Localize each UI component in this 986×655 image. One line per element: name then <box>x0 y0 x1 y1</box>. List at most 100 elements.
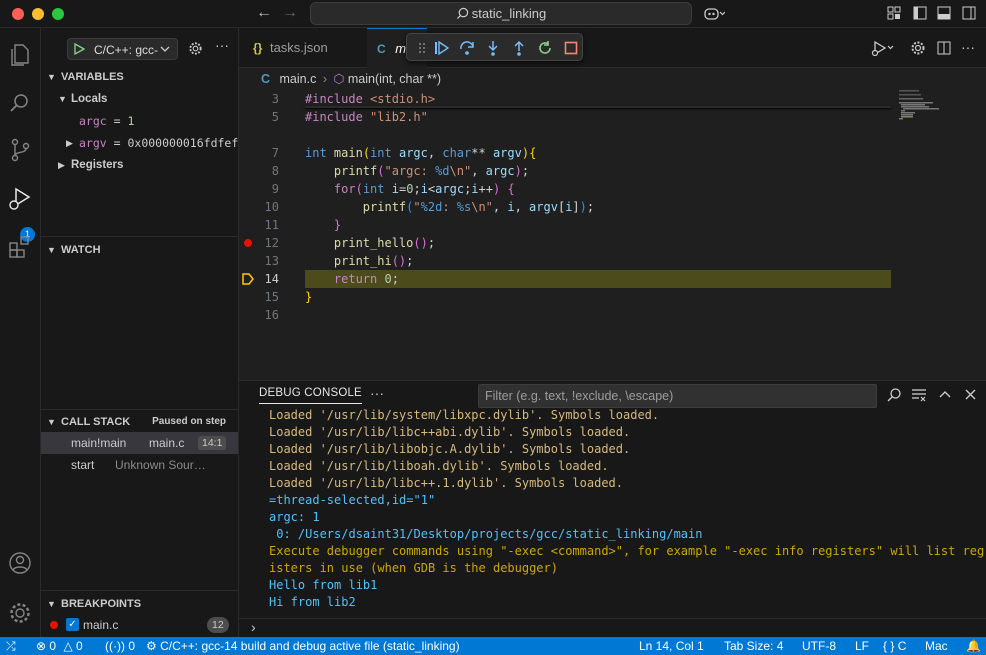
breakpoint-row[interactable]: ✓ main.c 12 <box>41 614 238 636</box>
breadcrumb-symbol[interactable]: main(int, char **) <box>348 72 441 86</box>
registers-label: Registers <box>71 159 124 171</box>
stack-frame-row[interactable]: main!main main.c 14:1 <box>41 432 238 454</box>
language-mode[interactable]: { } C <box>883 637 906 655</box>
launch-config-select[interactable]: C/C++: gcc-14 build and debug active fil… <box>67 38 178 60</box>
maximize-panel-icon[interactable] <box>939 389 951 399</box>
encoding[interactable]: UTF-8 <box>802 637 836 655</box>
variable-row[interactable]: argc = 1 <box>41 110 238 132</box>
clear-console-icon[interactable] <box>911 388 927 402</box>
more-actions-icon[interactable]: ··· <box>215 37 229 53</box>
code-text: } <box>305 290 313 304</box>
continue-icon[interactable] <box>432 39 450 57</box>
braces-icon: { } <box>883 639 895 653</box>
code-text: } <box>333 218 342 232</box>
zoom-window-button[interactable] <box>52 8 64 20</box>
split-editor-icon[interactable] <box>937 41 951 55</box>
code-line: 7 int main(int argc, char** argv){ <box>239 144 986 162</box>
drag-handle-icon[interactable] <box>413 39 431 57</box>
breakpoints-section-header[interactable]: ▼ BREAKPOINTS <box>41 593 238 615</box>
close-window-button[interactable] <box>12 8 24 20</box>
more-actions-icon[interactable]: ··· <box>370 385 384 401</box>
console-filter-input[interactable]: Filter (e.g. text, !exclude, \escape) <box>478 384 877 408</box>
watch-section-header[interactable]: ▼ WATCH <box>41 239 238 261</box>
activity-bar: 1 1 <box>0 28 41 655</box>
close-panel-icon[interactable] <box>965 389 976 400</box>
search-icon[interactable] <box>7 90 33 116</box>
divider <box>41 590 238 591</box>
line-number: 5 <box>271 110 279 124</box>
breadcrumb-file[interactable]: main.c <box>280 72 317 86</box>
step-out-icon[interactable] <box>510 39 528 57</box>
platform[interactable]: Mac <box>925 637 948 655</box>
tab-size[interactable]: Tab Size: 4 <box>724 637 783 655</box>
run-and-debug-icon[interactable] <box>7 186 33 212</box>
frame-name: start <box>71 458 95 472</box>
debug-settings-gear-icon[interactable] <box>910 40 926 56</box>
source-control-icon[interactable] <box>7 137 33 163</box>
explorer-icon[interactable] <box>7 41 33 67</box>
toggle-secondary-sidebar-icon[interactable] <box>962 6 976 20</box>
forward-arrow-icon[interactable]: → <box>280 4 300 22</box>
breakpoint-checkbox[interactable]: ✓ <box>66 618 79 631</box>
line-number: 7 <box>271 146 279 160</box>
cursor-position[interactable]: Ln 14, Col 1 <box>639 637 704 655</box>
debug-config-indicator[interactable]: ⚙ C/C++: gcc-14 build and debug active f… <box>146 637 460 655</box>
stop-icon[interactable] <box>562 39 580 57</box>
radio-tower-icon: ((·)) <box>105 639 125 653</box>
start-debugging-icon[interactable] <box>73 43 85 55</box>
tab-tasks-json[interactable]: {} tasks.json <box>239 28 367 68</box>
chevron-down-icon <box>160 46 170 52</box>
customize-layout-icon[interactable] <box>887 6 901 20</box>
minimap[interactable] <box>891 90 986 380</box>
line-number: 9 <box>271 182 279 196</box>
registers-scope[interactable]: ▶ Registers <box>41 154 238 176</box>
code-line: 10 printf("%2d: %s\n", i, argv[i]); <box>239 198 986 216</box>
code-line: 5 #include "lib2.h" <box>239 108 986 126</box>
variable-value: 0x000000016fdfef… <box>127 136 238 150</box>
toggle-primary-sidebar-icon[interactable] <box>913 6 927 20</box>
ports-indicator[interactable]: ((·)) 0 <box>105 637 135 655</box>
open-launch-json-gear-icon[interactable] <box>188 41 203 56</box>
stack-frame-row[interactable]: start Unknown Sour… <box>41 454 238 476</box>
find-icon[interactable] <box>886 387 902 403</box>
problems-indicator[interactable]: ⊗ 0 △ 0 <box>36 637 83 655</box>
code-text: return 0; <box>333 272 399 286</box>
tab-debug-console[interactable]: DEBUG CONSOLE <box>259 387 362 404</box>
code-line: 12 print_hello(); <box>239 234 986 252</box>
frame-position: 14:1 <box>198 436 227 450</box>
step-over-icon[interactable] <box>458 39 476 57</box>
line-number: 13 <box>264 254 279 268</box>
chevron-down-icon: ▼ <box>47 599 56 609</box>
tab-label: tasks.json <box>269 40 328 55</box>
copilot-icon[interactable] <box>703 6 725 22</box>
editor-tabs: {} tasks.json C main.c ··· <box>239 28 986 68</box>
call-stack-section-header[interactable]: ▼ CALL STACK Paused on step <box>41 411 238 433</box>
console-output[interactable]: Loaded '/usr/lib/system/libxpc.dylib'. S… <box>269 407 986 617</box>
back-arrow-icon[interactable]: ← <box>254 4 274 22</box>
account-icon[interactable] <box>7 550 33 576</box>
paused-status: Paused on step <box>152 416 226 427</box>
code-text: print_hello(); <box>333 236 436 250</box>
step-into-icon[interactable] <box>484 39 502 57</box>
restart-icon[interactable] <box>536 39 554 57</box>
breakpoint-file: main.c <box>83 618 119 632</box>
frame-file: main.c <box>149 436 185 450</box>
remote-indicator-icon[interactable]: ⤮ <box>6 637 16 655</box>
variable-row[interactable]: ▶ argv = 0x000000016fdfef… <box>41 132 238 154</box>
debug-config-label: C/C++: gcc-14 build and debug active fil… <box>160 639 460 653</box>
more-actions-icon[interactable]: ··· <box>961 39 975 55</box>
manage-gear-icon[interactable] <box>7 600 33 626</box>
console-input[interactable]: › <box>239 619 986 638</box>
notifications-bell-icon[interactable]: 🔔 <box>966 637 981 655</box>
editor-area: {} tasks.json C main.c ··· C main.c › ⬡ … <box>239 28 986 380</box>
toggle-panel-icon[interactable] <box>937 6 951 20</box>
minimize-window-button[interactable] <box>32 8 44 20</box>
run-debug-icon[interactable] <box>871 40 895 56</box>
command-center-search[interactable]: static_linking <box>310 2 692 25</box>
end-of-line[interactable]: LF <box>855 637 869 655</box>
divider <box>41 236 238 237</box>
variables-section-header[interactable]: ▼ VARIABLES <box>41 66 238 88</box>
extensions-icon[interactable] <box>7 234 33 260</box>
locals-scope[interactable]: ▼ Locals <box>41 88 238 110</box>
